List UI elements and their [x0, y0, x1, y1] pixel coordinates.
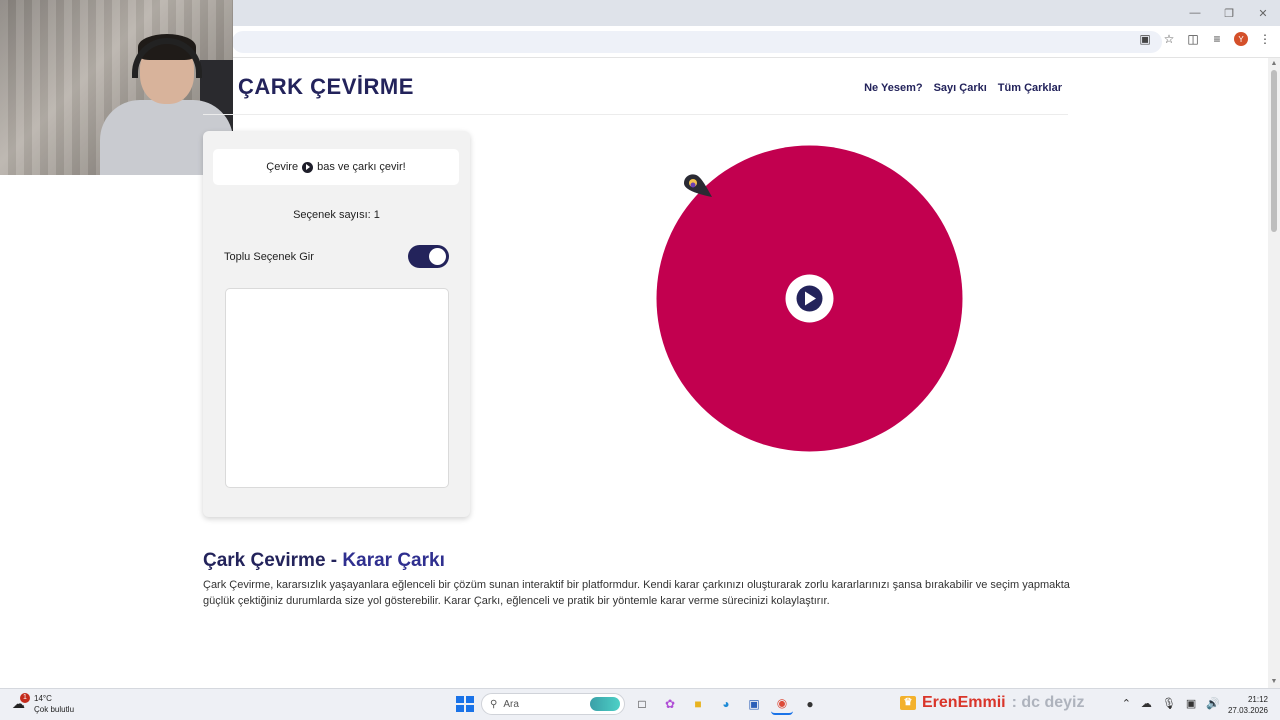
crown-icon: ♛	[900, 696, 916, 710]
nav-link-tum-carklar[interactable]: Tüm Çarklar	[998, 82, 1062, 94]
spin-instruction-prefix: Çevire	[266, 161, 299, 173]
extensions-icon[interactable]: ◫	[1186, 32, 1200, 46]
scroll-up-icon[interactable]: ▲	[1270, 60, 1278, 68]
install-app-icon[interactable]: ▣	[1138, 32, 1152, 46]
webcam-overlay	[0, 0, 233, 175]
option-count-label: Seçenek sayısı: 1	[293, 209, 380, 221]
taskbar-clock[interactable]: 21:12 27.03.2026	[1228, 694, 1268, 716]
search-highlight-image	[590, 697, 620, 711]
scroll-thumb[interactable]	[1271, 70, 1277, 232]
window-controls: — ❐ ✕	[1178, 0, 1280, 26]
article-body: Çark Çevirme, kararsızlık yaşayanlara eğ…	[203, 579, 1070, 607]
site-title[interactable]: ÇARK ÇEVİRME	[238, 74, 414, 100]
taskbar-apps: ⚲ Ara □ ✿ ■ ◕ ▣ ◉ ●	[453, 693, 821, 715]
stream-message: : dc deyiz	[1011, 694, 1085, 711]
toolbar-icons: ▣ ☆ ◫ ≡ Y ⋮	[1138, 32, 1272, 46]
media-control-icon[interactable]: ≡	[1210, 32, 1224, 46]
wheel-graphic	[656, 145, 963, 452]
address-bar[interactable]	[232, 31, 1162, 53]
page-scrollbar[interactable]: ▲ ▼	[1268, 58, 1280, 688]
taskbar-search[interactable]: ⚲ Ara	[481, 693, 625, 715]
weather-badge: 1	[20, 693, 30, 703]
volume-icon[interactable]: 🔊	[1206, 697, 1220, 710]
chrome-icon[interactable]: ◉	[771, 693, 793, 715]
onedrive-icon[interactable]: ☁	[1141, 697, 1152, 710]
system-tray: ⌃ ☁ 🎙 ▣ 🔊	[1122, 697, 1220, 710]
spin-wheel[interactable]	[656, 145, 963, 452]
microphone-icon[interactable]: 🎙	[1162, 697, 1176, 710]
article-heading: Çark Çevirme - Karar Çarkı	[203, 550, 445, 572]
bulk-entry-toggle[interactable]	[408, 245, 449, 268]
spin-instruction-suffix: bas ve çarkı çevir!	[317, 161, 406, 173]
option-count: Seçenek sayısı: 1	[203, 209, 470, 221]
toggle-knob	[429, 248, 446, 265]
search-label: Ara	[503, 698, 519, 710]
options-panel: Çevire bas ve çarkı çevir! Seçenek sayıs…	[203, 131, 470, 517]
clock-time: 21:12	[1247, 695, 1268, 704]
profile-avatar[interactable]: Y	[1234, 32, 1248, 46]
article-heading-part2: Karar Çarkı	[342, 550, 445, 571]
start-button[interactable]	[453, 693, 475, 715]
task-view-icon[interactable]: □	[631, 693, 653, 715]
options-textarea[interactable]	[225, 288, 449, 488]
nav-link-sayi-carki[interactable]: Sayı Çarkı	[934, 82, 987, 94]
clock-date: 27.03.2026	[1227, 706, 1268, 715]
display-icon[interactable]: ▣	[1186, 697, 1196, 710]
stream-username: ErenEmmii	[922, 694, 1006, 711]
copilot-icon[interactable]: ✿	[659, 693, 681, 715]
more-menu-icon[interactable]: ⋮	[1258, 32, 1272, 46]
close-button[interactable]: ✕	[1246, 0, 1280, 26]
minimize-button[interactable]: —	[1178, 0, 1212, 26]
windows-taskbar: ☁ 1 14°C Çok bulutlu ⚲ Ara □ ✿ ■ ◕ ▣ ◉ ●…	[0, 688, 1280, 720]
header-divider	[203, 114, 1068, 115]
edge-icon[interactable]: ◕	[715, 693, 737, 715]
tray-chevron-icon[interactable]: ⌃	[1122, 697, 1131, 710]
app-icon-extra[interactable]: ●	[799, 693, 821, 715]
weather-temp: 14°C	[34, 694, 52, 703]
nav-link-ne-yesem[interactable]: Ne Yesem?	[864, 82, 923, 94]
bookmark-star-icon[interactable]: ☆	[1162, 32, 1176, 46]
store-icon[interactable]: ▣	[743, 693, 765, 715]
spin-instruction: Çevire bas ve çarkı çevir!	[213, 149, 459, 185]
restore-button[interactable]: ❐	[1212, 0, 1246, 26]
weather-widget[interactable]: ☁ 1 14°C Çok bulutlu	[12, 693, 74, 715]
cloud-icon: ☁ 1	[12, 693, 30, 712]
scroll-down-icon[interactable]: ▼	[1270, 678, 1278, 686]
weather-desc: Çok bulutlu	[34, 705, 75, 714]
file-explorer-icon[interactable]: ■	[687, 693, 709, 715]
weather-text: 14°C Çok bulutlu	[34, 693, 74, 715]
bulk-entry-row: Toplu Seçenek Gir	[224, 245, 449, 269]
play-icon	[302, 161, 314, 173]
main-nav: Ne Yesem? Sayı Çarkı Tüm Çarklar	[864, 82, 1062, 94]
bulk-entry-label: Toplu Seçenek Gir	[224, 251, 314, 263]
search-icon: ⚲	[490, 698, 498, 710]
stream-chat-overlay: ♛ ErenEmmii : dc deyiz	[900, 694, 1085, 712]
article-heading-part1: Çark Çevirme -	[203, 550, 343, 571]
